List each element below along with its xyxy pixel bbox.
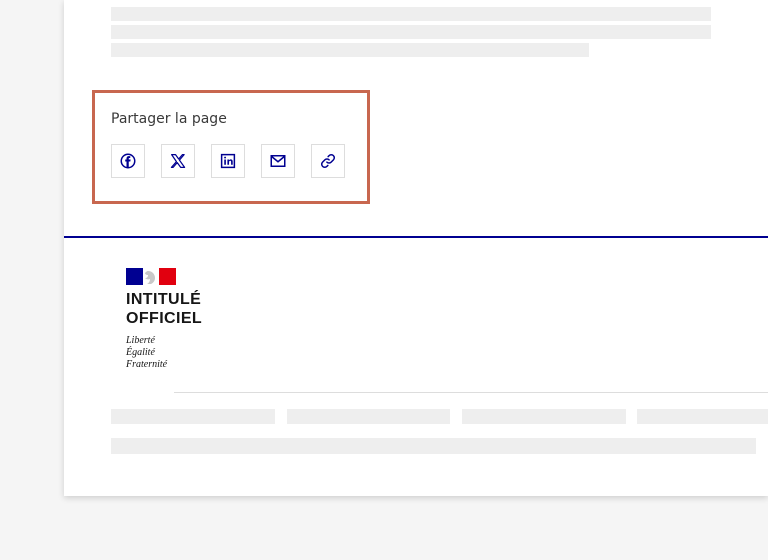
skeleton-footer-link [462,409,626,424]
motto-line: Égalité [126,347,155,358]
share-linkedin-button[interactable] [211,144,245,178]
facebook-icon [119,152,137,170]
linkedin-icon [219,152,237,170]
marianne-flag-icon [126,268,176,285]
brand-title: INTITULÉ OFFICIEL [126,290,236,328]
copy-link-button[interactable] [311,144,345,178]
footer-separator [174,392,768,393]
skeleton-text-line [111,43,589,57]
motto-line: Liberté [126,335,155,346]
skeleton-footer-link [287,409,450,424]
skeleton-footer-link [637,409,768,424]
share-facebook-button[interactable] [111,144,145,178]
share-x-button[interactable] [161,144,195,178]
skeleton-text-line [111,7,711,21]
link-icon [319,152,337,170]
x-icon [169,152,187,170]
share-title: Partager la page [111,111,227,127]
skeleton-footer-text [111,438,756,454]
footer-top-border [64,236,768,238]
brand-title-line1: INTITULÉ [126,291,202,308]
share-email-button[interactable] [261,144,295,178]
skeleton-footer-link [111,409,275,424]
government-logo[interactable]: INTITULÉ OFFICIEL Liberté Égalité Frater… [126,268,236,378]
skeleton-text-line [111,25,711,39]
brand-title-line2: OFFICIEL [126,310,203,327]
motto-line: Fraternité [126,359,168,370]
mail-icon [269,152,287,170]
brand-motto: Liberté Égalité Fraternité [126,335,167,371]
